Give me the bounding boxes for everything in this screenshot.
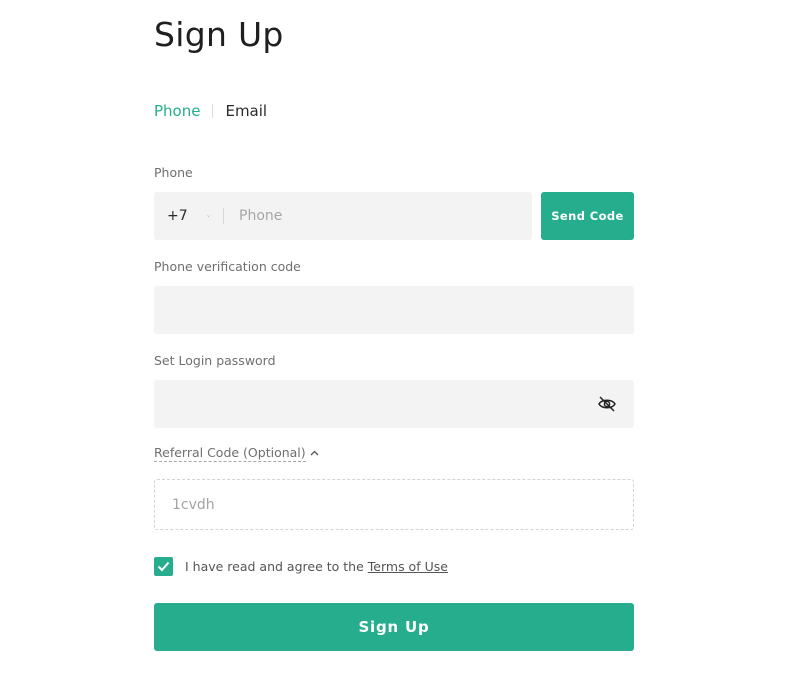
verification-code-field: [154, 286, 634, 334]
verification-code-label: Phone verification code: [154, 259, 301, 274]
chevron-up-icon: [310, 450, 319, 456]
sign-up-button[interactable]: Sign Up: [154, 603, 634, 651]
page-title: Sign Up: [154, 15, 284, 54]
send-code-button[interactable]: Send Code: [541, 192, 634, 240]
password-field: [154, 380, 634, 428]
password-label: Set Login password: [154, 353, 276, 368]
terms-of-use-link[interactable]: Terms of Use: [368, 559, 448, 574]
signup-method-tabs: Phone Email: [154, 101, 267, 121]
referral-code-toggle[interactable]: Referral Code (Optional): [154, 445, 320, 462]
terms-checkbox[interactable]: [154, 557, 173, 576]
phone-label: Phone: [154, 165, 193, 180]
verification-code-input[interactable]: [154, 286, 634, 334]
referral-code-field: [154, 479, 634, 530]
chevron-down-icon: [207, 215, 210, 217]
terms-text: I have read and agree to the: [185, 559, 364, 574]
tab-divider: [212, 104, 214, 118]
eye-off-icon[interactable]: [597, 395, 617, 413]
checkmark-icon: [157, 561, 170, 572]
referral-code-toggle-label: Referral Code (Optional): [154, 445, 306, 462]
country-code-select[interactable]: +7: [154, 192, 223, 240]
phone-field: +7: [154, 192, 532, 240]
country-code-value: +7: [167, 208, 188, 224]
tab-phone[interactable]: Phone: [154, 102, 200, 120]
password-input[interactable]: [154, 380, 634, 428]
referral-code-input[interactable]: [155, 480, 633, 529]
tab-email[interactable]: Email: [225, 102, 267, 120]
terms-agreement: I have read and agree to the Terms of Us…: [154, 557, 448, 576]
phone-input[interactable]: [223, 192, 532, 240]
